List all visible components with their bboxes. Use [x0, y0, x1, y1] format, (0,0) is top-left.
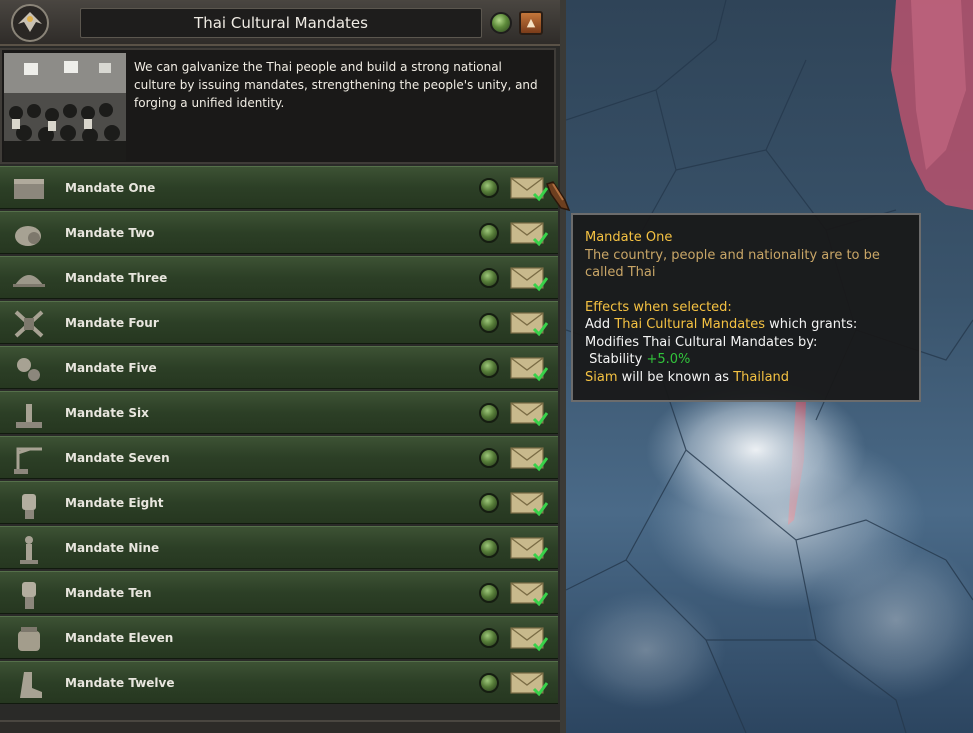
boot-icon — [10, 668, 48, 700]
tooltip-effect-modifies: Modifies Thai Cultural Mandates by: — [585, 334, 818, 350]
helmet-gear-icon — [10, 218, 48, 250]
figure-icon — [10, 533, 48, 565]
tooltip-effect-rename: Siam will be known as Thailand — [585, 369, 790, 385]
mandate-status-indicator — [479, 178, 499, 198]
select-mandate-envelope-icon[interactable] — [510, 401, 549, 428]
flag-icon — [10, 173, 48, 205]
tooltip-effects-header: Effects when selected: — [585, 299, 732, 315]
mandate-status-indicator — [479, 448, 499, 468]
army-helmet-icon — [10, 263, 48, 295]
chevron-up-icon: ▲ — [526, 16, 536, 29]
mandate-status-indicator — [479, 403, 499, 423]
mandate-row[interactable]: Mandate Eleven — [0, 616, 558, 659]
intro-section: We can galvanize the Thai people and bui… — [0, 48, 556, 164]
mandate-row[interactable]: Mandate Six — [0, 391, 558, 434]
panel-title: Thai Cultural Mandates — [80, 8, 482, 38]
mandate-status-indicator — [479, 538, 499, 558]
mandate-status-indicator — [479, 358, 499, 378]
mandate-label: Mandate Five — [65, 361, 157, 375]
panel-header: Thai Cultural Mandates ▲ — [0, 0, 560, 46]
mandate-label: Mandate Eight — [65, 496, 164, 510]
mandate-status-indicator — [479, 583, 499, 603]
jar-icon — [10, 623, 48, 655]
eagle-emblem-icon — [8, 2, 52, 44]
raised-fist-icon — [10, 578, 48, 610]
mandate-label: Mandate Ten — [65, 586, 152, 600]
select-mandate-envelope-icon[interactable] — [510, 581, 549, 608]
mandate-row[interactable]: Mandate Five — [0, 346, 558, 389]
select-mandate-envelope-icon[interactable] — [510, 311, 549, 338]
tooltip-title: Mandate One — [585, 230, 673, 245]
tooltip-effect-add: Add Thai Cultural Mandates which grants: — [585, 317, 858, 332]
select-mandate-envelope-icon[interactable] — [510, 491, 549, 518]
mandate-label: Mandate Seven — [65, 451, 170, 465]
mandate-row[interactable]: Mandate Three — [0, 256, 558, 299]
mandate-status-indicator — [479, 493, 499, 513]
mandate-row[interactable]: Mandate Nine — [0, 526, 558, 569]
mandate-status-indicator — [479, 268, 499, 288]
select-mandate-envelope-icon[interactable] — [510, 446, 549, 473]
mandate-row[interactable]: Mandate Ten — [0, 571, 558, 614]
status-indicator — [490, 12, 512, 34]
select-mandate-envelope-icon[interactable] — [510, 626, 549, 653]
mandate-status-indicator — [479, 673, 499, 693]
mandate-label: Mandate Eleven — [65, 631, 174, 645]
mandate-status-indicator — [479, 223, 499, 243]
intro-description: We can galvanize the Thai people and bui… — [134, 60, 538, 110]
crane-icon — [10, 443, 48, 475]
mandate-label: Mandate Nine — [65, 541, 160, 555]
fist-icon — [10, 488, 48, 520]
mandate-label: Mandate Twelve — [65, 676, 175, 690]
decision-panel: Thai Cultural Mandates ▲ We can galvaniz… — [0, 0, 566, 733]
mandate-row[interactable]: Mandate Eight — [0, 481, 558, 524]
monument-icon — [10, 398, 48, 430]
crossed-tools-icon — [10, 308, 48, 340]
tooltip-description: The country, people and nationality are … — [585, 247, 880, 281]
mandate-status-indicator — [479, 628, 499, 648]
tooltip-effect-stability: Stability +5.0% — [589, 352, 691, 367]
mandate-label: Mandate Two — [65, 226, 155, 240]
select-mandate-envelope-icon[interactable] — [510, 221, 549, 248]
mandate-row[interactable]: Mandate Two — [0, 211, 558, 254]
mandate-row[interactable]: Mandate Seven — [0, 436, 558, 479]
mandate-tooltip: Mandate One The country, people and nati… — [571, 213, 921, 402]
mandate-list: Mandate One Mandate Two Mandate Three Manda… — [0, 166, 560, 706]
mandate-label: Mandate Four — [65, 316, 159, 330]
mandate-row[interactable]: Mandate One — [0, 166, 558, 209]
mandate-row[interactable]: Mandate Four — [0, 301, 558, 344]
mandate-label: Mandate One — [65, 181, 156, 195]
mandate-row[interactable]: Mandate Twelve — [0, 661, 558, 704]
select-mandate-envelope-icon[interactable] — [510, 536, 549, 563]
select-mandate-envelope-icon[interactable] — [510, 671, 549, 698]
collapse-button[interactable]: ▲ — [519, 11, 543, 35]
gears-icon — [10, 353, 48, 385]
mandate-label: Mandate Three — [65, 271, 168, 285]
select-mandate-envelope-icon[interactable] — [510, 356, 549, 383]
mandate-label: Mandate Six — [65, 406, 149, 420]
pointer-cursor-icon — [543, 180, 571, 212]
select-mandate-envelope-icon[interactable] — [510, 266, 549, 293]
panel-footer — [0, 720, 560, 733]
crowd-photo — [4, 53, 126, 161]
mandate-status-indicator — [479, 313, 499, 333]
